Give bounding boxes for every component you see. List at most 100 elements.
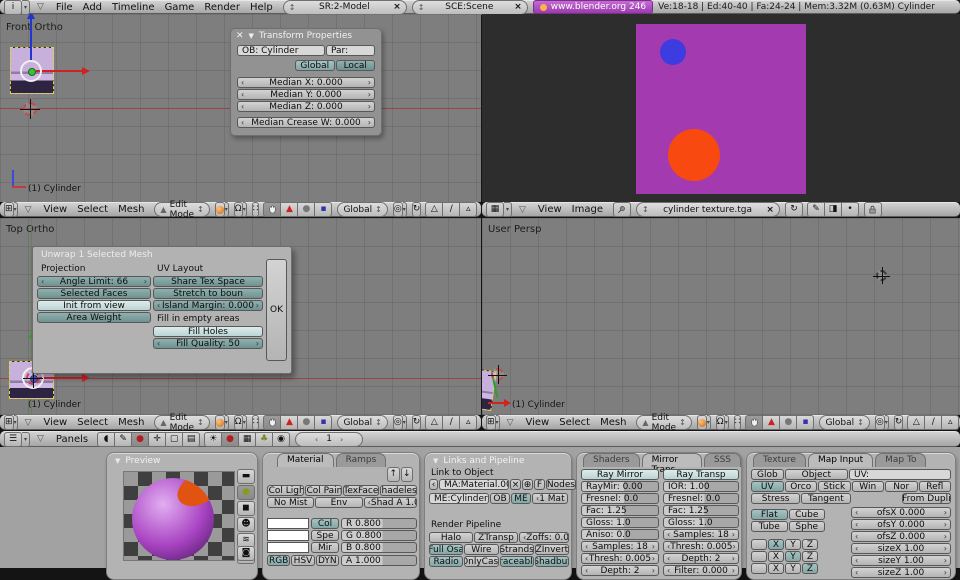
stick-toggle[interactable]: Stick xyxy=(818,481,851,492)
axis-x-button[interactable]: X xyxy=(768,563,784,574)
pivot-point-icon[interactable]: Ω xyxy=(234,415,243,430)
panels-menu[interactable]: Panels xyxy=(51,434,93,445)
collapse-menus-icon[interactable]: ▽ xyxy=(23,205,34,215)
raymir-slider[interactable]: RayMir: 0.00 xyxy=(581,481,659,492)
win-toggle[interactable]: Win xyxy=(852,481,885,492)
increment-icon[interactable]: › xyxy=(340,435,343,444)
init-from-view-item[interactable]: Init from view xyxy=(37,300,151,311)
material-subcontext-icon[interactable]: ● xyxy=(221,432,239,447)
vcol-light-toggle[interactable]: VCol Light xyxy=(267,485,304,496)
ofsy-field[interactable]: ofsY 0.000 xyxy=(851,519,951,530)
fresnel-slider[interactable]: Fresnel: 0.0 xyxy=(581,493,659,504)
stress-toggle[interactable]: Stress xyxy=(751,493,800,504)
orientation-dropdown[interactable]: Global ↕ xyxy=(819,415,869,430)
ztransp-toggle[interactable]: ZTransp xyxy=(474,532,518,543)
proportional-edit-icon[interactable]: ◎ xyxy=(875,415,885,430)
pivot-point-icon[interactable]: Ω xyxy=(716,415,725,430)
orientation-dropdown[interactable]: Global ↕ xyxy=(337,202,387,217)
viewport-user-persp[interactable]: User Persp (1) Cylinder xyxy=(482,218,960,415)
red-slider[interactable]: R 0.800 xyxy=(341,518,417,529)
global-button[interactable]: Global xyxy=(295,60,335,71)
median-crease-field[interactable]: Median Crease W: 0.000 xyxy=(237,117,375,128)
blue-slider[interactable]: B 0.800 xyxy=(341,542,417,553)
green-slider[interactable]: G 0.800 xyxy=(341,530,417,541)
scene-context-icon[interactable]: ▤ xyxy=(182,432,200,447)
x-manipulator-arrow[interactable] xyxy=(36,70,82,72)
snap-icon[interactable]: ↻ xyxy=(412,202,422,217)
stretch-to-bounds-item[interactable]: Stretch to boun xyxy=(153,288,263,299)
editor-type-dropdown-icon[interactable]: ▾ xyxy=(504,202,512,217)
local-button[interactable]: Local xyxy=(336,60,376,71)
viewport-front-ortho[interactable]: Front Ortho (1) Cylinder ✕ ▼ Transform P… xyxy=(0,14,481,202)
wire-extra-icon[interactable]: ∕ xyxy=(924,415,942,430)
cursor-3d[interactable] xyxy=(491,368,504,381)
draw-mode-dropdown-icon[interactable]: ▾ xyxy=(225,415,229,430)
axis-y-button[interactable]: Y xyxy=(785,563,801,574)
menu-item[interactable]: File xyxy=(51,2,78,13)
browse-material-icon[interactable]: ‹ xyxy=(429,479,438,490)
menu-item[interactable]: View xyxy=(38,204,72,215)
scene-selector[interactable]: ↕ SCE:Scene × xyxy=(412,0,528,15)
panel-collapse-icon[interactable]: ▼ xyxy=(115,457,120,465)
menu-item[interactable]: Select xyxy=(72,204,113,215)
tab-map-to[interactable]: Map To xyxy=(875,453,926,467)
rotation-center-widget[interactable] xyxy=(876,270,887,281)
tab-material[interactable]: Material xyxy=(277,453,334,467)
axis-x-button[interactable]: X xyxy=(768,539,784,550)
axis-z-button[interactable]: Z xyxy=(802,539,818,550)
cursor-3d[interactable] xyxy=(23,102,37,116)
paste-material-icon[interactable]: ↓ xyxy=(401,467,414,482)
parent-field[interactable]: Par: xyxy=(326,45,375,56)
triangle-icon[interactable]: ▵ xyxy=(459,202,477,217)
draw-mode-dropdown-icon[interactable]: ▾ xyxy=(225,202,229,217)
depth-field[interactable]: Depth: 2 xyxy=(663,553,739,564)
preview-render-icon[interactable]: ◙ xyxy=(237,546,255,561)
axis-blank[interactable] xyxy=(751,563,767,574)
editor-type-dropdown-icon[interactable]: ▾ xyxy=(14,415,18,430)
alpha-slider[interactable]: A 1.000 xyxy=(341,555,417,566)
texture-image[interactable] xyxy=(636,24,806,194)
menu-item[interactable]: Mesh xyxy=(113,417,149,428)
material-name-field[interactable]: MA:Material.001 xyxy=(439,479,509,490)
traceable-toggle[interactable]: Traceable xyxy=(500,556,534,567)
menu-item[interactable]: View xyxy=(38,417,72,428)
uv-name-field[interactable]: UV: xyxy=(849,469,951,480)
menu-item[interactable]: View xyxy=(520,417,554,428)
no-mist-toggle[interactable]: No Mist xyxy=(267,497,314,508)
zoffs-field[interactable]: Zoffs: 0.00 xyxy=(519,532,569,543)
ior-slider[interactable]: IOR: 1.00 xyxy=(663,481,739,492)
ob-link-button[interactable]: OB xyxy=(490,493,510,504)
tab-map-input[interactable]: Map Input xyxy=(808,453,873,467)
orco-toggle[interactable]: Orco xyxy=(785,481,818,492)
sizez-field[interactable]: sizeZ 1.00 xyxy=(851,567,951,578)
material-index-field[interactable]: 1 Mat 1 xyxy=(532,493,568,504)
mir-channel-button[interactable]: Mir xyxy=(311,542,339,553)
translate-manipulator-icon[interactable]: ▲ xyxy=(280,202,298,217)
selected-faces-item[interactable]: Selected Faces xyxy=(37,288,151,299)
menu-item[interactable]: Mesh xyxy=(113,204,149,215)
menu-item[interactable]: Image xyxy=(567,204,608,215)
scale-manipulator-icon[interactable]: ▪ xyxy=(314,202,332,217)
editor-type-icon[interactable]: ▦ xyxy=(486,202,504,217)
strands-button[interactable]: Strands xyxy=(500,544,534,555)
ofsx-field[interactable]: ofsX 0.000 xyxy=(851,507,951,518)
share-tex-space-item[interactable]: Share Tex Space xyxy=(153,276,263,287)
fac-slider[interactable]: Fac: 1.25 xyxy=(663,505,739,516)
image-delete-icon[interactable]: × xyxy=(766,205,774,215)
shadeless-toggle[interactable]: Shadeless xyxy=(380,485,417,496)
draw-mode-icon[interactable] xyxy=(215,202,225,217)
fill-quality-field[interactable]: Fill Quality: 50 xyxy=(153,338,263,349)
image-alpha-icon[interactable]: ◨ xyxy=(824,202,842,217)
panel-collapse-icon[interactable]: ▼ xyxy=(249,32,254,40)
frame-number-field[interactable]: ‹ 1 › xyxy=(295,432,363,447)
rgb-mode-button[interactable]: RGB xyxy=(267,555,290,566)
rotate-manipulator-icon[interactable]: ● xyxy=(779,415,797,430)
lamp-subcontext-icon[interactable]: ☀ xyxy=(204,432,222,447)
island-margin-field[interactable]: Island Margin: 0.000 xyxy=(153,300,263,311)
editor-type-dropdown-icon[interactable]: ▾ xyxy=(496,415,500,430)
gloss-slider[interactable]: Gloss: 1.0 xyxy=(663,517,739,528)
pin-icon[interactable] xyxy=(613,202,631,217)
object-context-icon[interactable]: ✛ xyxy=(148,432,166,447)
unlink-material-icon[interactable]: × xyxy=(510,479,521,490)
collapse-menus-icon[interactable]: ▽ xyxy=(517,205,528,215)
